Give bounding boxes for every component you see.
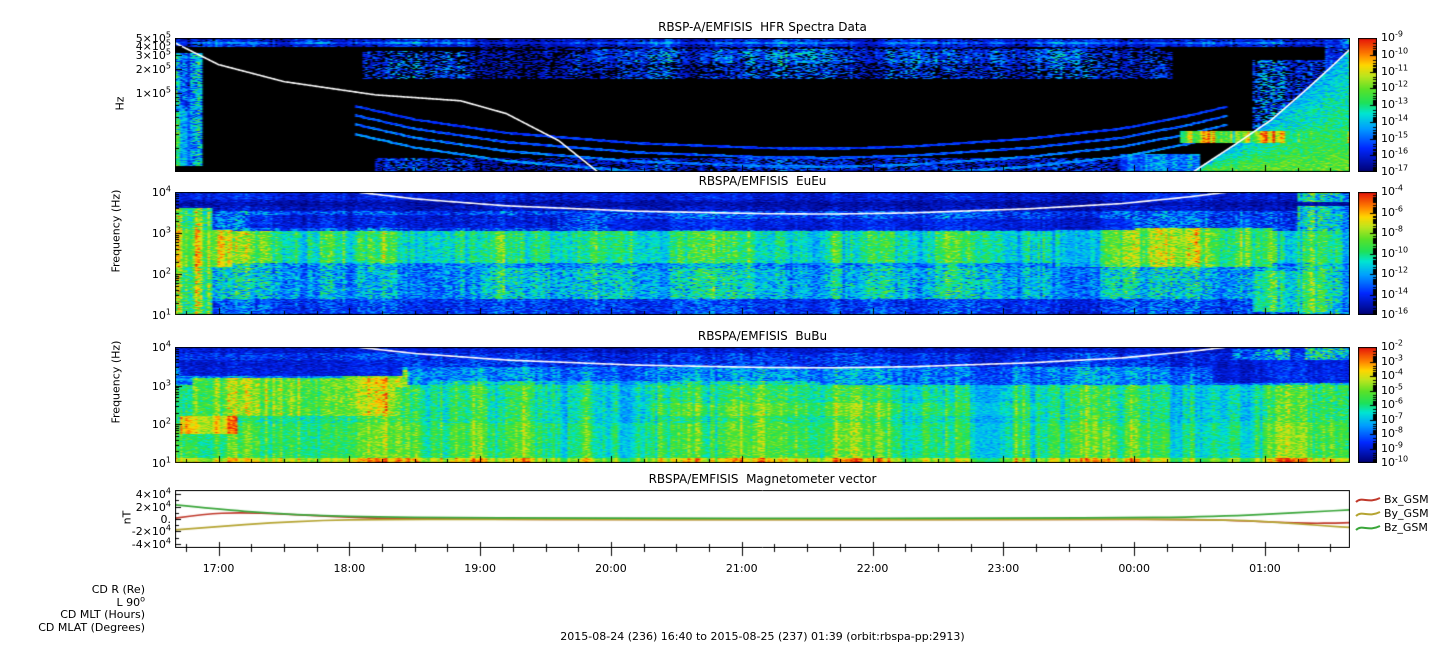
y-tick-label: 1×105 bbox=[135, 85, 171, 101]
colorbar-tick-label: 10-8 bbox=[1381, 425, 1403, 440]
time-tick-label: 18:00 bbox=[333, 562, 366, 575]
figure-caption: 2015-08-24 (236) 16:40 to 2015-08-25 (23… bbox=[560, 630, 965, 643]
hfr-colorbar bbox=[1358, 38, 1377, 172]
y-tick-label: -2×104 bbox=[131, 523, 171, 539]
legend-item-bx_gsm: Bx_GSM bbox=[1355, 493, 1429, 506]
colorbar-tick-label: 10-17 bbox=[1381, 163, 1409, 178]
time-axis-ticks bbox=[175, 548, 1350, 560]
panel3-title: RBSPA/EMFISIS BuBu bbox=[697, 329, 828, 343]
y-tick-label: 103 bbox=[151, 225, 171, 240]
legend-label: Bz_GSM bbox=[1384, 521, 1428, 534]
legend-label: Bx_GSM bbox=[1384, 493, 1429, 506]
eueu-colorbar bbox=[1358, 192, 1377, 315]
legend-line-swatch bbox=[1355, 524, 1381, 531]
bubu-spectrogram-canvas bbox=[175, 347, 1350, 463]
hfr-spectrogram-canvas bbox=[175, 38, 1350, 172]
time-tick-label: 22:00 bbox=[856, 562, 889, 575]
eueu-spectrogram-canvas bbox=[175, 192, 1350, 315]
orbit-param-label: CD MLAT (Degrees) bbox=[38, 620, 145, 634]
y-tick-label: 104 bbox=[151, 184, 171, 199]
time-tick-label: 20:00 bbox=[595, 562, 627, 575]
colorbar-tick-label: 10-12 bbox=[1381, 265, 1409, 280]
orbit-param-label: CD MLT (Hours) bbox=[60, 608, 145, 621]
magnetometer-plot-canvas bbox=[175, 490, 1350, 548]
figure: RBSP-A/EMFISIS HFR Spectra Data RBSPA/EM… bbox=[0, 0, 1447, 658]
y-tick-label: 2×104 bbox=[135, 498, 171, 514]
colorbar-tick-label: 10-13 bbox=[1381, 96, 1409, 111]
colorbar-tick-label: 10-14 bbox=[1381, 113, 1409, 128]
colorbar-tick-label: 10-10 bbox=[1381, 244, 1409, 260]
time-tick-label: 17:00 bbox=[202, 562, 235, 575]
y-tick-label: 102 bbox=[151, 416, 171, 432]
colorbar-tick-label: 10-10 bbox=[1381, 46, 1409, 61]
time-tick-label: 01:00 bbox=[1249, 562, 1281, 575]
time-tick-label: 23:00 bbox=[987, 562, 1020, 575]
panel1-title: RBSP-A/EMFISIS HFR Spectra Data bbox=[658, 20, 867, 34]
colorbar-tick-label: 10-15 bbox=[1381, 129, 1409, 145]
colorbar-tick-label: 10-16 bbox=[1381, 146, 1409, 162]
time-tick-label: 19:00 bbox=[464, 562, 496, 575]
colorbar-tick-label: 10-7 bbox=[1381, 410, 1403, 426]
colorbar-tick-label: 10-11 bbox=[1381, 62, 1409, 78]
y-tick-label: 102 bbox=[151, 266, 171, 281]
colorbar-tick-label: 10-4 bbox=[1381, 367, 1403, 382]
colorbar-tick-label: 10-6 bbox=[1381, 396, 1403, 411]
panel2-title: RBSPA/EMFISIS EuEu bbox=[698, 174, 827, 188]
colorbar-tick-label: 10-14 bbox=[1381, 285, 1409, 301]
time-tick-label: 21:00 bbox=[725, 562, 758, 575]
legend-item-by_gsm: By_GSM bbox=[1355, 507, 1429, 520]
y-tick-label: 2×105 bbox=[135, 61, 171, 77]
orbit-param-labels: CD R (Re) L 90o CD MLT (Hours) CD MLAT (Deg… bbox=[5, 583, 145, 634]
bubu-colorbar bbox=[1358, 347, 1377, 463]
y-tick-label: 4×104 bbox=[135, 486, 171, 502]
y-tick-label: 103 bbox=[151, 378, 171, 393]
colorbar-tick-label: 10-10 bbox=[1381, 454, 1409, 469]
colorbar-tick-label: 10-2 bbox=[1381, 338, 1403, 353]
legend-label: By_GSM bbox=[1384, 507, 1429, 520]
colorbar-tick-label: 10-8 bbox=[1381, 224, 1403, 239]
y-tick-label: -4×104 bbox=[131, 536, 171, 551]
y-tick-label: 101 bbox=[151, 307, 171, 322]
colorbar-tick-label: 10-9 bbox=[1381, 439, 1403, 455]
y-tick-label: 101 bbox=[151, 455, 171, 470]
colorbar-tick-label: 10-12 bbox=[1381, 79, 1409, 95]
colorbar-tick-label: 10-4 bbox=[1381, 183, 1403, 198]
y-tick-label: 3×105 bbox=[135, 47, 171, 63]
legend-line-swatch bbox=[1355, 510, 1381, 517]
colorbar-tick-label: 10-6 bbox=[1381, 203, 1403, 219]
orbit-param-label: CD R (Re) bbox=[91, 583, 145, 596]
colorbar-tick-label: 10-16 bbox=[1381, 306, 1409, 321]
legend-line-swatch bbox=[1355, 496, 1381, 503]
legend-item-bz_gsm: Bz_GSM bbox=[1355, 521, 1428, 534]
panel4-title: RBSPA/EMFISIS Magnetometer vector bbox=[648, 472, 877, 486]
colorbar-tick-label: 10-5 bbox=[1381, 381, 1403, 397]
colorbar-tick-label: 10-3 bbox=[1381, 352, 1403, 368]
colorbar-tick-label: 10-9 bbox=[1381, 29, 1403, 44]
y-tick-label: 104 bbox=[151, 339, 171, 354]
time-tick-label: 00:00 bbox=[1118, 562, 1151, 575]
